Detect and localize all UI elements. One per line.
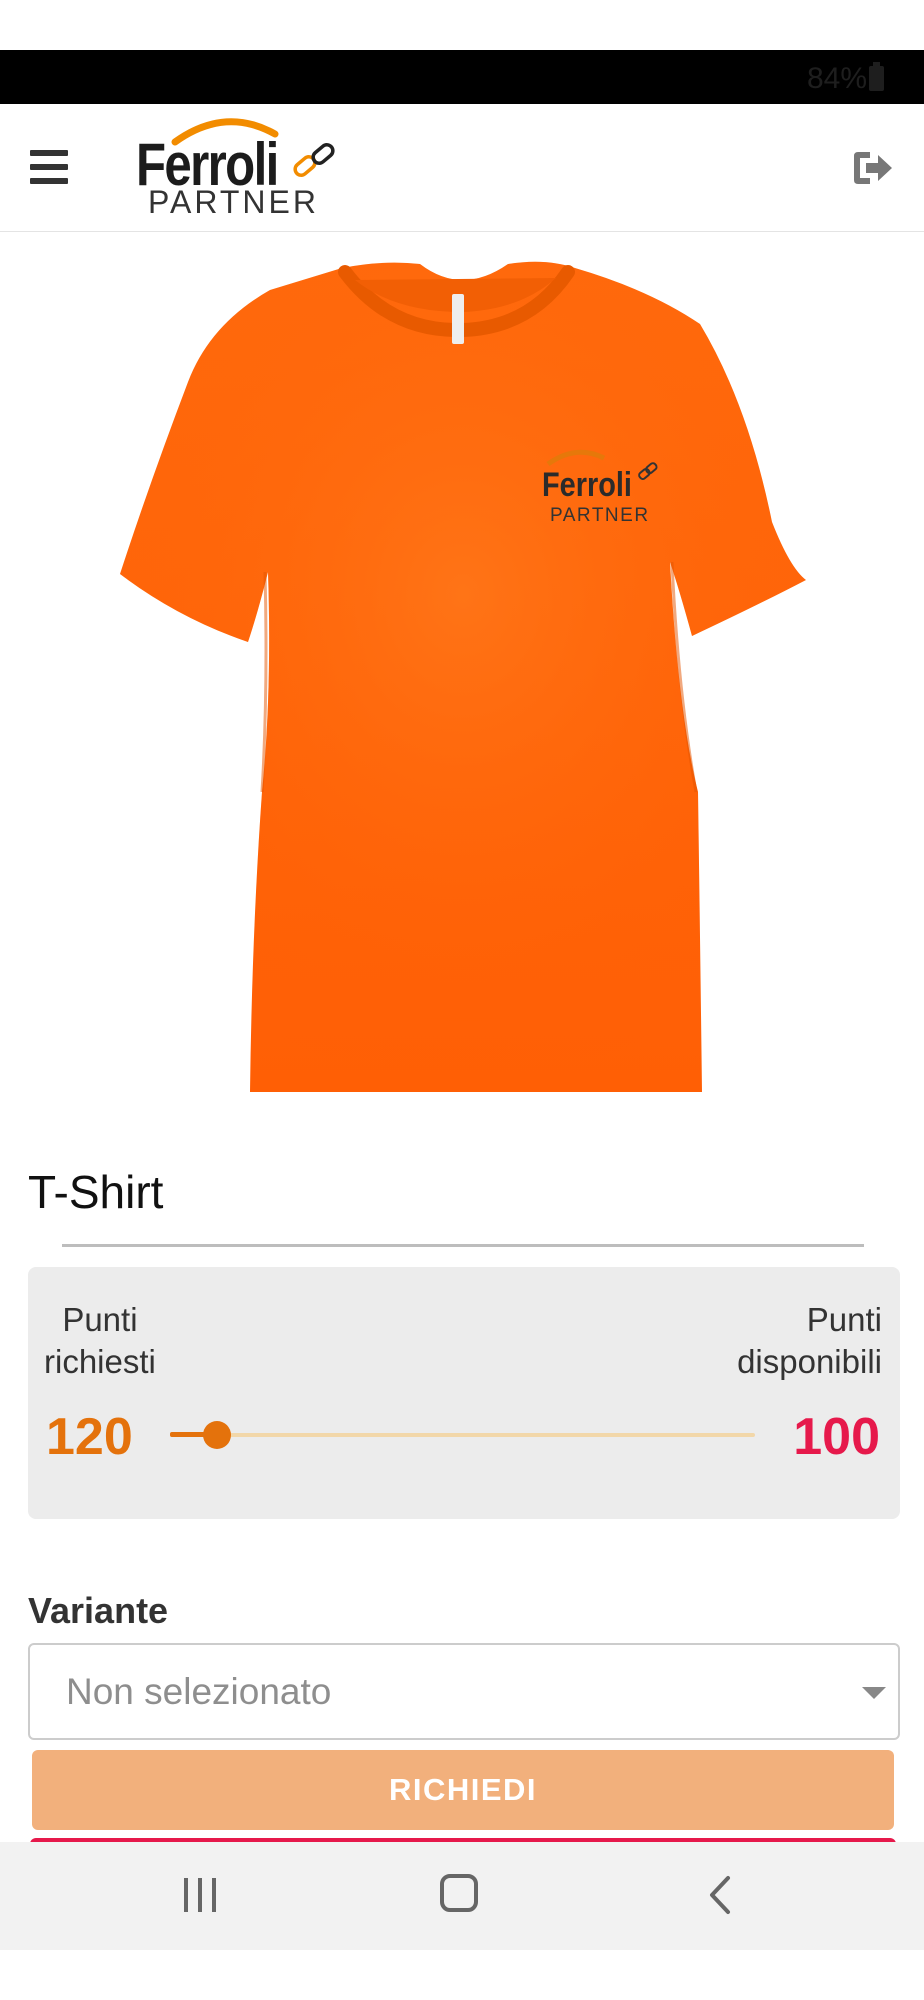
app-header: Ferroli PARTNER: [0, 104, 924, 232]
points-required-label: Punti richiesti: [44, 1301, 156, 1380]
t-shirt-image: Ferroli PARTNER: [120, 261, 806, 1092]
back-icon[interactable]: [700, 1872, 740, 1918]
shirt-logo-sub: PARTNER: [550, 505, 650, 526]
top-margin: [0, 0, 924, 50]
title-divider: [62, 1244, 864, 1247]
shirt-logo-brand: Ferroli: [542, 465, 632, 504]
variant-select[interactable]: Non selezionato: [28, 1643, 900, 1740]
points-slider-track: [170, 1433, 755, 1437]
chevron-down-icon: [862, 1687, 886, 1699]
ferroli-partner-logo[interactable]: Ferroli PARTNER: [130, 110, 350, 222]
home-icon[interactable]: [440, 1874, 478, 1912]
battery-percentage: 84%: [806, 62, 867, 95]
product-title: T-Shirt: [28, 1166, 164, 1218]
recent-apps-icon[interactable]: [184, 1878, 218, 1912]
system-navigation-bar: [0, 1842, 924, 1950]
variant-selected-value: Non selezionato: [66, 1671, 332, 1712]
points-panel: Punti richiesti Punti disponibili 120 10…: [28, 1267, 900, 1519]
bottom-margin: [0, 1950, 924, 2000]
chain-link-icon: [293, 143, 335, 177]
product-image: Ferroli PARTNER: [0, 232, 924, 1092]
hamburger-menu-icon[interactable]: [30, 150, 68, 184]
points-slider-thumb[interactable]: [203, 1421, 231, 1449]
request-button[interactable]: RICHIEDI: [32, 1750, 894, 1830]
points-available-label: Punti disponibili: [737, 1301, 882, 1380]
logo-sub-text: PARTNER: [148, 184, 319, 220]
status-bar: 84%: [0, 50, 924, 104]
logout-icon[interactable]: [850, 148, 894, 188]
points-available-value: 100: [793, 1408, 880, 1466]
variant-label: Variante: [28, 1590, 169, 1631]
points-required-value: 120: [46, 1408, 133, 1466]
battery-icon: [869, 62, 884, 91]
